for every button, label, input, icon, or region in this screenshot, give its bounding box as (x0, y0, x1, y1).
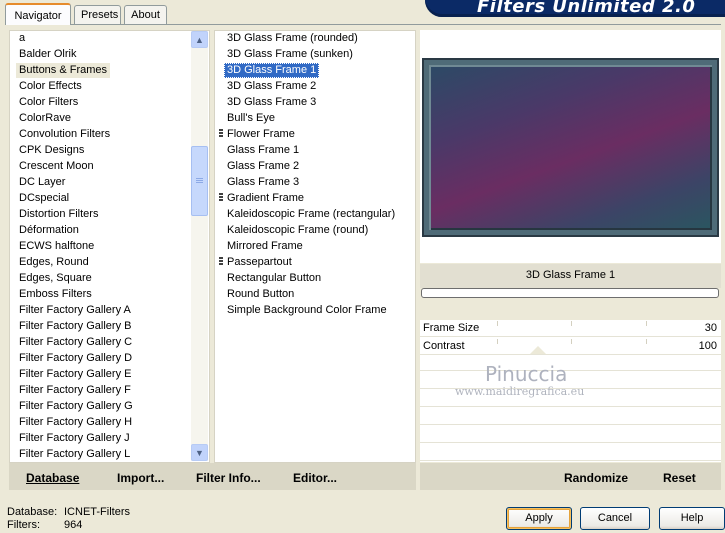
database-button[interactable]: Database (26, 471, 79, 485)
filter-item[interactable]: 3D Glass Frame (sunken) (227, 47, 353, 62)
group-grip-icon (219, 193, 223, 204)
param-empty-row (420, 444, 721, 461)
status-filters-count: 964 (64, 519, 83, 531)
filter-item[interactable]: Glass Frame 1 (227, 143, 299, 158)
category-item[interactable]: ECWS halftone (19, 239, 94, 254)
filter-item[interactable]: Bull's Eye (227, 111, 275, 126)
slider-tick (571, 321, 572, 326)
slider-tick (571, 339, 572, 344)
category-item[interactable]: CPK Designs (19, 143, 84, 158)
param-empty-row (420, 426, 721, 443)
category-item[interactable]: Filter Factory Gallery L (19, 447, 130, 462)
tab-navigator[interactable]: Navigator (5, 3, 71, 25)
filter-info-button[interactable]: Filter Info... (196, 471, 261, 485)
filter-item[interactable]: 3D Glass Frame (rounded) (227, 31, 358, 46)
randomize-button[interactable]: Randomize (564, 471, 628, 485)
reset-button[interactable]: Reset (663, 471, 696, 485)
category-item[interactable]: Filter Factory Gallery D (19, 351, 132, 366)
watermark-name: Pinuccia (485, 362, 568, 386)
parameter-spacer (420, 300, 721, 320)
filter-item[interactable]: 3D Glass Frame 1 (224, 63, 320, 78)
category-item[interactable]: Emboss Filters (19, 287, 92, 302)
category-item[interactable]: Filter Factory Gallery H (19, 415, 132, 430)
category-item[interactable]: Filter Factory Gallery A (19, 303, 131, 318)
param-label: Frame Size (423, 322, 480, 334)
tab-about[interactable]: About (124, 5, 167, 24)
category-item[interactable]: Filter Factory Gallery E (19, 367, 131, 382)
filter-name-label: 3D Glass Frame 1 (525, 269, 616, 281)
slider-tick (497, 321, 498, 326)
scroll-up-button[interactable]: ▲ (191, 31, 208, 48)
category-item[interactable]: Filter Factory Gallery C (19, 335, 132, 350)
category-item[interactable]: Buttons & Frames (16, 63, 111, 78)
scroll-down-button[interactable]: ▼ (191, 444, 208, 461)
category-item[interactable]: DC Layer (19, 175, 65, 190)
status-database-label: Database: (7, 506, 58, 518)
cancel-button[interactable]: Cancel (580, 507, 650, 530)
category-item[interactable]: Convolution Filters (19, 127, 110, 142)
watermark-url: www.maidiregrafica.eu (455, 385, 585, 398)
category-item[interactable]: Balder Olrik (19, 47, 76, 62)
help-button[interactable]: Help (659, 507, 725, 530)
slider-tick (646, 339, 647, 344)
category-item[interactable]: Color Effects (19, 79, 82, 94)
filter-item[interactable]: Kaleidoscopic Frame (round) (227, 223, 368, 238)
chevron-up-icon: ▲ (195, 34, 204, 45)
preview-image (422, 58, 719, 237)
filter-item[interactable]: Glass Frame 2 (227, 159, 299, 174)
editor-button[interactable]: Editor... (293, 471, 337, 485)
category-item[interactable]: Filter Factory Gallery J (19, 431, 130, 446)
group-grip-icon (219, 129, 223, 140)
filter-item[interactable]: Mirrored Frame (227, 239, 303, 254)
filter-item[interactable]: Kaleidoscopic Frame (rectangular) (227, 207, 395, 222)
filter-item[interactable]: 3D Glass Frame 2 (227, 79, 316, 94)
scroll-thumb[interactable] (191, 146, 208, 216)
group-grip-icon (219, 257, 223, 268)
tab-presets[interactable]: Presets (74, 5, 121, 24)
slider-pointer-icon (530, 346, 546, 354)
status-filters-label: Filters: (7, 519, 40, 531)
category-item[interactable]: Filter Factory Gallery B (19, 319, 131, 334)
filter-item[interactable]: Rectangular Button (227, 271, 321, 286)
param-empty-row (420, 408, 721, 425)
filter-item[interactable]: Round Button (227, 287, 294, 302)
filter-item[interactable]: Simple Background Color Frame (227, 303, 387, 318)
app-title: Filters Unlimited 2.0 (477, 0, 696, 17)
filter-item[interactable]: 3D Glass Frame 3 (227, 95, 316, 110)
category-item[interactable]: Distortion Filters (19, 207, 98, 222)
filter-item[interactable]: Flower Frame (227, 127, 295, 142)
category-item[interactable]: Color Filters (19, 95, 78, 110)
category-item[interactable]: DCspecial (19, 191, 69, 206)
category-item[interactable]: Crescent Moon (19, 159, 94, 174)
slider-tick (646, 321, 647, 326)
progress-bar (421, 288, 719, 298)
filter-item[interactable]: Gradient Frame (227, 191, 304, 206)
category-scrollbar[interactable] (191, 31, 208, 461)
filter-item[interactable]: Passepartout (227, 255, 292, 270)
param-value: 30 (704, 322, 717, 334)
param-value: 100 (698, 340, 717, 352)
param-label: Contrast (423, 340, 465, 352)
category-item[interactable]: ColorRave (19, 111, 71, 126)
apply-button[interactable]: Apply (506, 507, 572, 530)
category-item[interactable]: Déformation (19, 223, 79, 238)
param-empty-row (420, 354, 721, 371)
tab-divider (5, 24, 721, 25)
status-database-value: ICNET-Filters (64, 506, 130, 518)
category-item[interactable]: Edges, Square (19, 271, 92, 286)
category-item[interactable]: Edges, Round (19, 255, 89, 270)
filter-item[interactable]: Glass Frame 3 (227, 175, 299, 190)
category-item[interactable]: Filter Factory Gallery G (19, 399, 133, 414)
category-item[interactable]: a (19, 31, 25, 46)
slider-tick (497, 339, 498, 344)
category-item[interactable]: Filter Factory Gallery F (19, 383, 131, 398)
import-button[interactable]: Import... (117, 471, 164, 485)
chevron-down-icon: ▼ (195, 447, 204, 458)
